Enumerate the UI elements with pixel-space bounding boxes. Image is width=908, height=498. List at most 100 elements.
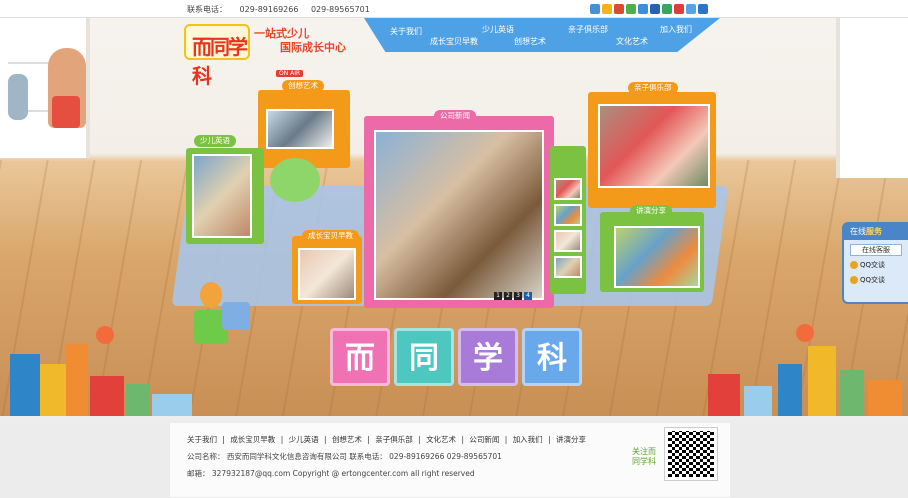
- hero-stage: 而同学科 一站式少儿 国际成长中心 关于我们 成长宝贝早教 少儿英语 创想艺术 …: [0, 18, 908, 416]
- mascot-icon: [270, 158, 320, 202]
- footer-sep: |: [324, 435, 327, 444]
- footer-sep: |: [418, 435, 421, 444]
- slider-dot[interactable]: 2: [504, 292, 512, 300]
- title-cube: 学: [458, 328, 518, 386]
- footer-link-baby[interactable]: 成长宝贝早教: [230, 435, 275, 444]
- nav-item-club[interactable]: 亲子俱乐部: [568, 24, 608, 35]
- copyright-info: 邮箱： 327932187@qq.com Copyright @ ertongc…: [187, 469, 475, 478]
- photo-parent-club[interactable]: [598, 104, 710, 188]
- onair-badge: ON AIR: [276, 70, 304, 77]
- phone-number: 029-89169266: [239, 5, 299, 14]
- nav-item-art[interactable]: 创想艺术: [514, 36, 546, 47]
- photo-baby[interactable]: [298, 248, 356, 300]
- title-cube: 而: [330, 328, 390, 386]
- title-cube: 同: [394, 328, 454, 386]
- building-icon: [126, 384, 150, 416]
- building-icon: [778, 364, 802, 416]
- footer-sep: |: [280, 435, 284, 444]
- footer-panel: 关于我们 | 成长宝贝早教 | 少儿英语 | 创想艺术 | 亲子俱乐部 | 文化…: [170, 423, 730, 497]
- building-icon: [808, 346, 836, 416]
- site-logo[interactable]: 而同学科: [184, 24, 250, 88]
- share-baidu-icon[interactable]: [698, 4, 708, 14]
- nav-item-about[interactable]: 关于我们: [390, 26, 422, 37]
- footer-link-club[interactable]: 亲子俱乐部: [375, 435, 413, 444]
- footer-sep: |: [461, 435, 464, 444]
- qq-chat-link[interactable]: QQ交谈: [850, 274, 902, 286]
- label-creative-art[interactable]: 创想艺术: [282, 80, 324, 92]
- follow-line: 关注而: [632, 447, 656, 456]
- footer-sep: |: [504, 435, 508, 444]
- qq-chat-link[interactable]: QQ交谈: [850, 259, 902, 271]
- toy-block-icon: [222, 302, 250, 330]
- building-icon: [708, 374, 740, 416]
- share-plus-icon[interactable]: [590, 4, 600, 14]
- share-wechat-icon[interactable]: [626, 4, 636, 14]
- photo-english[interactable]: [192, 154, 252, 238]
- share-mail-icon[interactable]: [686, 4, 696, 14]
- footer-link-share[interactable]: 讲演分享: [556, 435, 586, 444]
- label-english[interactable]: 少儿英语: [194, 135, 236, 147]
- contact-info: 联系电话： 029-89169266 029-89565701: [187, 4, 380, 15]
- follow-text: 关注而 同学科: [632, 447, 656, 467]
- slider-dot[interactable]: 4: [524, 292, 532, 300]
- slogan: 一站式少儿 国际成长中心: [254, 27, 346, 55]
- title-cube: 科: [522, 328, 582, 386]
- phone-number: 029-89565701: [310, 5, 370, 14]
- nav-item-culture[interactable]: 文化艺术: [616, 36, 648, 47]
- label-parent-club[interactable]: 亲子俱乐部: [628, 82, 678, 94]
- building-icon: [66, 344, 88, 416]
- share-tencent-icon[interactable]: [638, 4, 648, 14]
- footer-sep: |: [222, 435, 225, 444]
- online-service-button[interactable]: 在线客服: [850, 244, 902, 256]
- qq-chat-label: QQ交谈: [860, 276, 886, 284]
- news-thumb[interactable]: [554, 256, 582, 278]
- label-baby[interactable]: 成长宝贝早教: [302, 230, 359, 242]
- footer-link-join[interactable]: 加入我们: [513, 435, 543, 444]
- follow-line: 同学科: [632, 457, 656, 466]
- footer-link-news[interactable]: 公司新闻: [469, 435, 499, 444]
- news-thumb[interactable]: [554, 204, 582, 226]
- footer-link-about[interactable]: 关于我们: [187, 435, 217, 444]
- qq-icon: [850, 261, 858, 269]
- footer-sep: |: [367, 435, 370, 444]
- skyline-left: [0, 336, 230, 416]
- nav-item-english[interactable]: 少儿英语: [482, 24, 514, 35]
- share-qzone-icon[interactable]: [602, 4, 612, 14]
- share-weibo-icon[interactable]: [614, 4, 624, 14]
- slogan-line: 国际成长中心: [280, 41, 346, 54]
- slider-pager: 1 2 3 4: [494, 292, 532, 300]
- qq-icon: [850, 276, 858, 284]
- label-news[interactable]: 公司新闻: [434, 110, 476, 122]
- share-kaixin-icon[interactable]: [674, 4, 684, 14]
- photo-teachers[interactable]: [614, 226, 700, 288]
- building-icon: [40, 364, 66, 416]
- online-service-title: 在线: [850, 227, 866, 236]
- toy-figure-icon: [200, 282, 222, 308]
- share-renren-icon[interactable]: [650, 4, 660, 14]
- qq-chat-label: QQ交谈: [860, 261, 886, 269]
- building-icon: [868, 380, 902, 416]
- footer-link-art[interactable]: 创想艺术: [332, 435, 362, 444]
- grandpa-toy-icon: [52, 96, 80, 128]
- nav-item-baby[interactable]: 成长宝贝早教: [430, 36, 478, 47]
- photo-news-slide[interactable]: [374, 130, 544, 300]
- footer-link-english[interactable]: 少儿英语: [289, 435, 319, 444]
- slider-dot[interactable]: 1: [494, 292, 502, 300]
- footer: 关于我们 | 成长宝贝早教 | 少儿英语 | 创想艺术 | 亲子俱乐部 | 文化…: [0, 420, 908, 498]
- building-icon: [152, 394, 192, 416]
- slider-dot[interactable]: 3: [514, 292, 522, 300]
- wechat-qr-code: [664, 427, 718, 481]
- nav-item-join[interactable]: 加入我们: [660, 24, 692, 35]
- photo-creative-art[interactable]: [266, 109, 334, 149]
- logo-text: 而同学科: [192, 35, 248, 88]
- toy-figure-icon: [8, 74, 28, 120]
- label-teachers[interactable]: 讲演分享: [630, 205, 672, 217]
- toy-shelf-right: [836, 18, 908, 178]
- share-douban-icon[interactable]: [662, 4, 672, 14]
- building-icon: [10, 354, 40, 416]
- news-thumb[interactable]: [554, 178, 582, 200]
- news-thumb[interactable]: [554, 230, 582, 252]
- skyline-right: [700, 336, 908, 416]
- footer-link-culture[interactable]: 文化艺术: [426, 435, 456, 444]
- sun-icon: [96, 326, 114, 344]
